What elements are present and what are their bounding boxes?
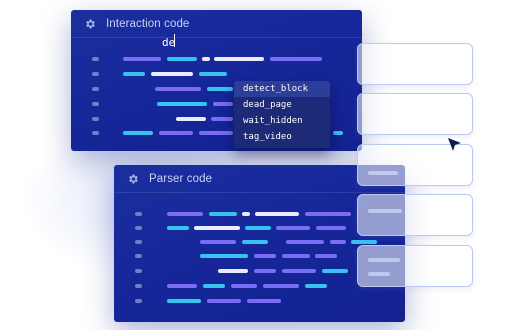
text-caret [174, 34, 175, 47]
autocomplete-dropdown: detect_block dead_page wait_hidden tag_v… [234, 81, 330, 148]
line-marker [135, 212, 142, 216]
code-token [214, 57, 264, 61]
code-token [176, 117, 206, 121]
code-token [282, 269, 316, 273]
code-token [207, 299, 241, 303]
code-token [159, 131, 193, 135]
code-token [167, 226, 189, 230]
panel-title: Interaction code [106, 17, 190, 30]
code-token [254, 269, 276, 273]
code-token [333, 131, 343, 135]
autocomplete-item[interactable]: wait_hidden [234, 113, 330, 129]
line-marker [135, 299, 142, 303]
code-token [199, 131, 233, 135]
card-line [368, 209, 402, 213]
code-token [242, 212, 250, 216]
parser-code-panel: Parser code [114, 165, 405, 322]
line-marker [92, 72, 99, 76]
code-token [199, 72, 227, 76]
code-token [213, 102, 233, 106]
line-marker [92, 87, 99, 91]
code-token [305, 212, 351, 216]
code-token [270, 57, 322, 61]
line-marker [135, 284, 142, 288]
line-marker [135, 269, 142, 273]
code-token [286, 240, 324, 244]
autocomplete-item[interactable]: dead_page [234, 97, 330, 113]
code-token [200, 254, 248, 258]
card-line [368, 258, 400, 262]
element-card[interactable] [357, 43, 473, 85]
card-line [368, 272, 390, 276]
line-marker [135, 240, 142, 244]
code-token [167, 57, 197, 61]
code-token [194, 226, 240, 230]
code-token [209, 212, 237, 216]
code-token [202, 57, 210, 61]
code-token [200, 240, 236, 244]
code-token [203, 284, 225, 288]
code-token [157, 102, 207, 106]
code-token [123, 131, 153, 135]
code-token [151, 72, 193, 76]
code-token [211, 117, 233, 121]
code-token [207, 87, 233, 91]
code-token [316, 226, 346, 230]
code-token [276, 226, 310, 230]
line-marker [92, 131, 99, 135]
card-line [368, 171, 398, 175]
code-token [245, 226, 271, 230]
code-token [242, 240, 268, 244]
code-token [282, 254, 310, 258]
code-token [247, 299, 281, 303]
code-token [263, 284, 299, 288]
code-token [167, 299, 201, 303]
code-token [218, 269, 248, 273]
element-card[interactable] [357, 245, 473, 287]
code-token [305, 284, 327, 288]
line-marker [92, 117, 99, 121]
mouse-cursor-icon [448, 138, 461, 151]
code-token [231, 284, 257, 288]
code-token [330, 240, 346, 244]
gear-icon[interactable] [83, 17, 97, 31]
element-card[interactable] [357, 93, 473, 135]
code-token [155, 87, 201, 91]
code-token [167, 284, 197, 288]
line-marker [92, 102, 99, 106]
autocomplete-item[interactable]: tag_video [234, 129, 330, 145]
code-token [255, 212, 299, 216]
autocomplete-item[interactable]: detect_block [234, 81, 330, 97]
line-marker [135, 226, 142, 230]
code-token [254, 254, 276, 258]
code-token [315, 254, 337, 258]
code-token [167, 212, 203, 216]
code-token [351, 240, 377, 244]
line-marker [135, 254, 142, 258]
panel-header: Interaction code [71, 10, 362, 38]
element-card[interactable] [357, 194, 473, 236]
code-token [123, 57, 161, 61]
gear-icon[interactable] [126, 172, 140, 186]
code-token [123, 72, 145, 76]
line-marker [92, 57, 99, 61]
code-token [322, 269, 348, 273]
panel-title: Parser code [149, 172, 213, 185]
